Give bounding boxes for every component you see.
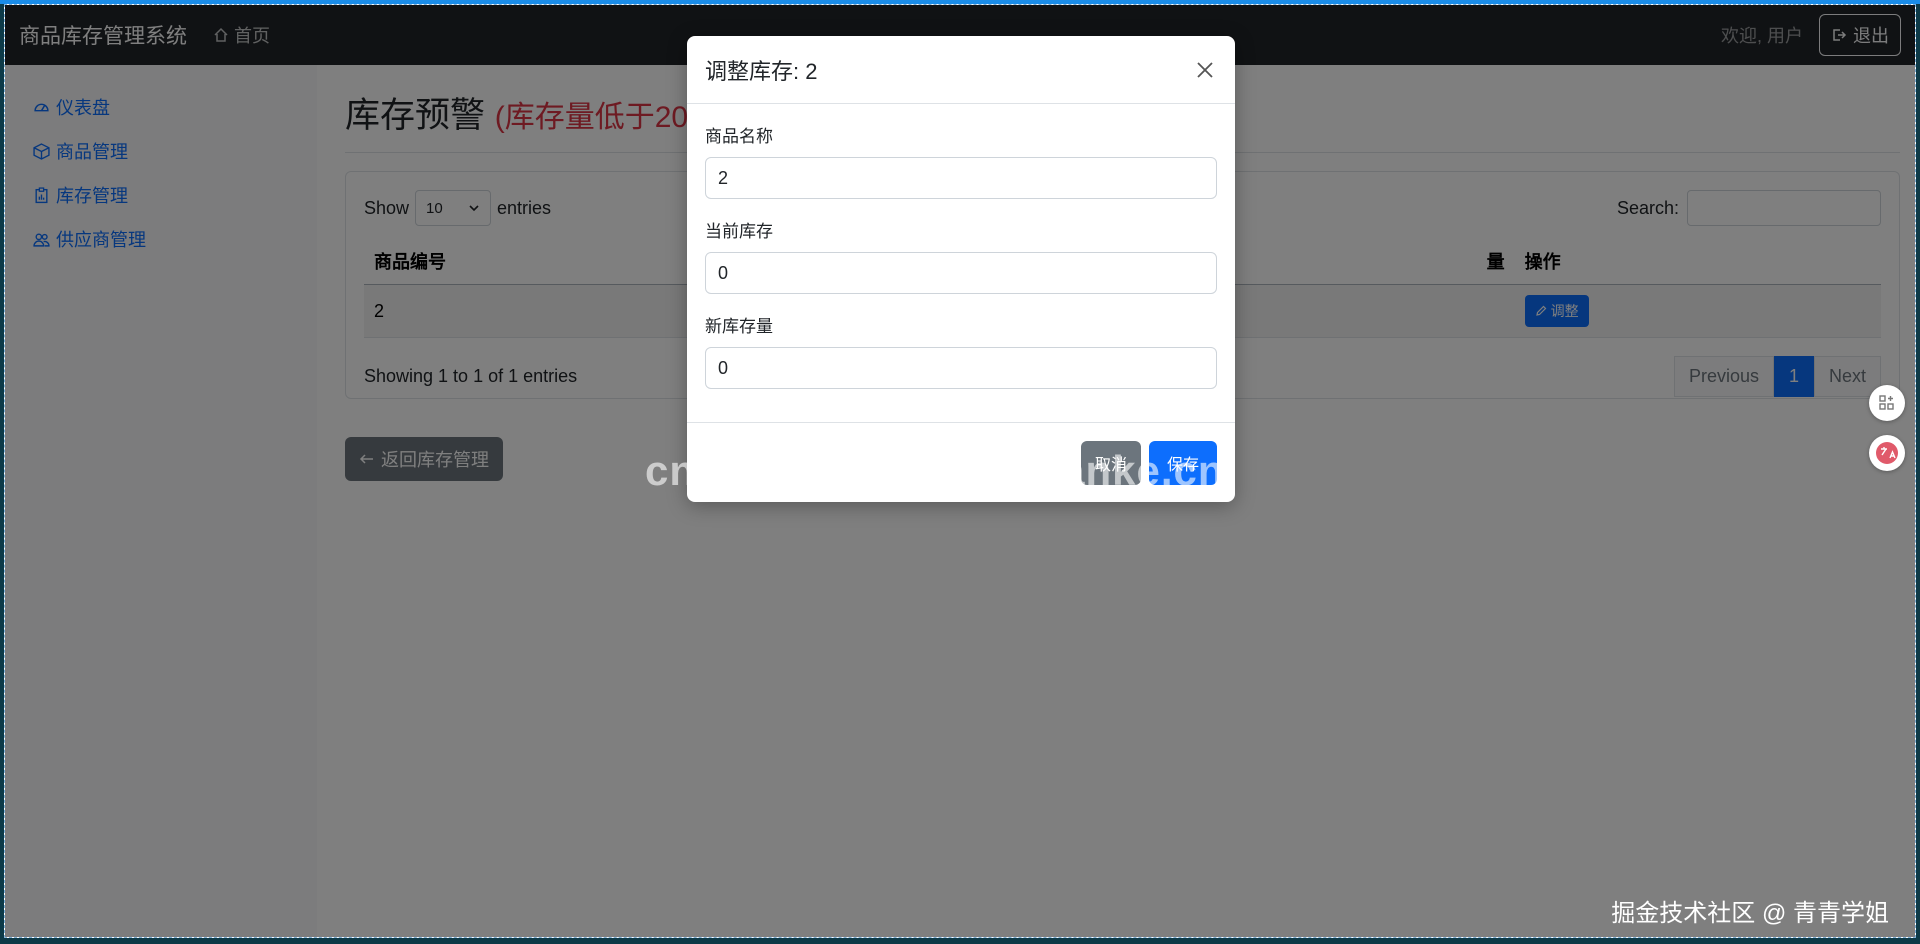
- modal-close-button[interactable]: [1193, 58, 1217, 82]
- close-icon: [1197, 61, 1213, 78]
- current-stock-label: 当前库存: [705, 222, 773, 241]
- adjust-stock-modal: 调整库存: 2 商品名称 2 当前库存 0 新库存量 0 取消 保存: [687, 36, 1235, 502]
- watermark-text: cn围观客www.weiguanke.cn: [645, 447, 1225, 494]
- float-tool-button[interactable]: [1869, 385, 1905, 421]
- float-translate-button[interactable]: [1869, 435, 1905, 471]
- app-viewport: 商品库存管理系统 首页 欢迎, 用户 退出 仪表盘 商品管理 库存管理: [4, 4, 1916, 938]
- product-name-field[interactable]: 2: [705, 157, 1217, 199]
- product-name-label: 商品名称: [705, 127, 773, 146]
- credit-text: 掘金技术社区 @ 青青学姐: [1611, 900, 1889, 927]
- new-stock-field[interactable]: 0: [705, 347, 1217, 389]
- modal-title: 调整库存: 2: [705, 58, 818, 84]
- grid-plus-icon: [1879, 395, 1894, 410]
- translate-icon: [1876, 442, 1898, 464]
- modal-header: 调整库存: 2: [687, 36, 1235, 104]
- new-stock-label: 新库存量: [705, 317, 773, 336]
- current-stock-field[interactable]: 0: [705, 252, 1217, 294]
- modal-body: 商品名称 2 当前库存 0 新库存量 0: [687, 104, 1235, 389]
